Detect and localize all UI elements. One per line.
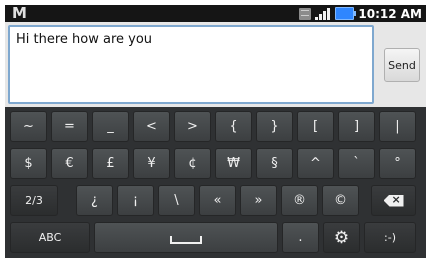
status-bar: M 10:12 AM	[5, 5, 426, 22]
key-yen[interactable]: ¥	[133, 148, 170, 179]
key-left-guillemet[interactable]: «	[199, 185, 236, 216]
key-registered[interactable]: ®	[281, 185, 318, 216]
key-dollar[interactable]: $	[10, 148, 47, 179]
key-space[interactable]	[94, 222, 278, 253]
key-greater-than[interactable]: >	[174, 111, 211, 142]
key-cent[interactable]: ¢	[174, 148, 211, 179]
backspace-icon: ×	[383, 194, 404, 207]
key-euro[interactable]: €	[51, 148, 88, 179]
clock: 10:12 AM	[358, 6, 422, 21]
key-backtick[interactable]: `	[338, 148, 375, 179]
key-inverted-exclamation[interactable]: ¡	[117, 185, 154, 216]
keyboard: ~ = _ < > { } [ ] | $ € £ ¥ ¢ ₩ § ^ ` ° …	[5, 107, 426, 258]
key-left-brace[interactable]: {	[215, 111, 252, 142]
key-tilde[interactable]: ~	[10, 111, 47, 142]
send-button[interactable]: Send	[384, 48, 420, 82]
key-settings[interactable]: ⚙	[323, 222, 360, 253]
key-left-bracket[interactable]: [	[297, 111, 334, 142]
gear-icon: ⚙	[333, 227, 350, 248]
signal-icon	[315, 7, 331, 20]
message-input[interactable]: Hi there how are you	[8, 25, 374, 104]
compose-area: Hi there how are you Send	[5, 22, 426, 107]
key-smiley[interactable]: :-)	[364, 222, 416, 253]
key-pipe[interactable]: |	[379, 111, 416, 142]
key-backslash[interactable]: \	[158, 185, 195, 216]
status-icons: 10:12 AM	[295, 5, 422, 22]
key-won[interactable]: ₩	[215, 148, 252, 179]
key-abc[interactable]: ABC	[10, 222, 90, 253]
key-right-guillemet[interactable]: »	[240, 185, 277, 216]
battery-icon	[335, 7, 357, 20]
key-backspace[interactable]: ×	[371, 185, 416, 216]
key-right-brace[interactable]: }	[256, 111, 293, 142]
key-less-than[interactable]: <	[133, 111, 170, 142]
gmail-icon[interactable]: M	[12, 5, 27, 22]
space-icon	[170, 235, 202, 244]
message-text: Hi there how are you	[16, 32, 153, 47]
key-underscore[interactable]: _	[92, 111, 129, 142]
key-inverted-question[interactable]: ¿	[76, 185, 113, 216]
key-period[interactable]: .	[282, 222, 319, 253]
key-equals[interactable]: =	[51, 111, 88, 142]
sim-icon	[299, 7, 312, 20]
key-caret[interactable]: ^	[297, 148, 334, 179]
key-pound[interactable]: £	[92, 148, 129, 179]
key-page-2of3[interactable]: 2/3	[10, 185, 58, 216]
key-right-bracket[interactable]: ]	[338, 111, 375, 142]
key-copyright[interactable]: ©	[322, 185, 359, 216]
key-degree[interactable]: °	[379, 148, 416, 179]
key-section[interactable]: §	[256, 148, 293, 179]
